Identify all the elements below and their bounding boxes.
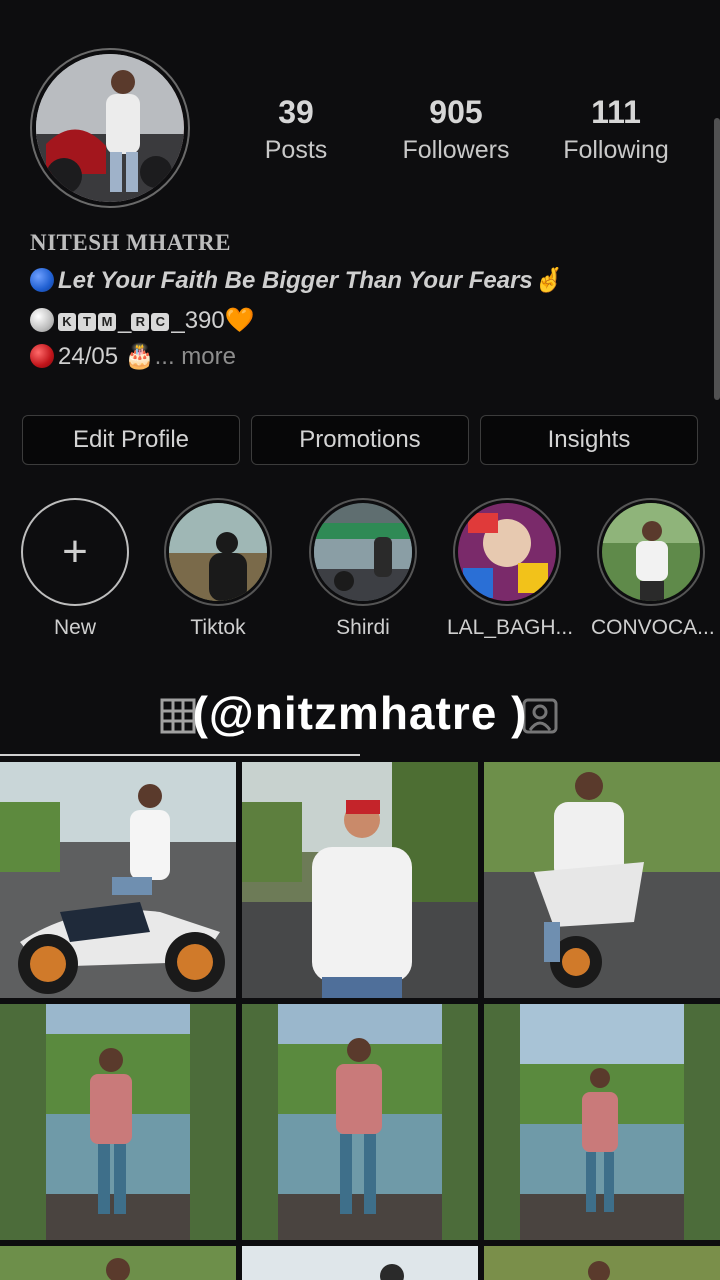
highlight-convocation[interactable]: CONVOCA... <box>591 498 715 640</box>
letter-box: T <box>78 313 96 331</box>
highlight-thumbnail <box>458 503 556 601</box>
grid-post[interactable] <box>484 762 720 998</box>
avatar-photo <box>36 54 184 202</box>
highlight-tiktok[interactable]: Tiktok <box>158 498 278 640</box>
highlight-ring <box>453 498 561 606</box>
promotions-button[interactable]: Promotions <box>251 415 469 465</box>
blue-circle-icon <box>30 268 54 292</box>
highlight-shirdi[interactable]: Shirdi <box>303 498 423 640</box>
following-label: Following <box>563 136 669 164</box>
red-circle-icon <box>30 344 54 368</box>
posts-stat[interactable]: 39 Posts <box>216 92 376 168</box>
highlight-ring <box>597 498 705 606</box>
highlight-ring <box>164 498 272 606</box>
profile-avatar[interactable] <box>30 48 190 208</box>
highlight-lal-bagh[interactable]: LAL_BAGH... <box>447 498 574 640</box>
letter-box: C <box>151 313 170 331</box>
grid-tab-indicator <box>0 754 360 756</box>
grid-post[interactable] <box>484 1004 720 1240</box>
white-circle-icon <box>30 308 54 332</box>
grid-post[interactable] <box>242 1004 478 1240</box>
bio-line-1-text: Let Your Faith Be Bigger Than Your Fears <box>58 267 533 294</box>
highlight-label: New <box>53 616 96 639</box>
highlight-thumbnail <box>169 503 267 601</box>
posts-count: 39 <box>278 94 314 130</box>
grid-post[interactable] <box>0 762 236 998</box>
bio-line-3-text: 24/05 <box>58 343 119 370</box>
posts-label: Posts <box>264 136 328 164</box>
highlight-label: Tiktok <box>190 616 246 639</box>
profile-name: NITESH MHATRE <box>30 230 231 255</box>
orange-heart-icon: 🧡 <box>224 307 255 334</box>
bio-line-3: 24/05 🎂... more <box>30 342 236 371</box>
more-link[interactable]: ... more <box>155 343 236 370</box>
insights-button[interactable]: Insights <box>480 415 698 465</box>
grid-post[interactable] <box>484 1246 720 1280</box>
birthday-cake-icon: 🎂 <box>124 343 155 370</box>
bio-line-2-text: _390 <box>171 307 225 334</box>
following-stat[interactable]: 111 Following <box>536 92 696 168</box>
bio-line-2-sep: _ <box>118 307 132 334</box>
username-overlay: (@nitzmhatre ) <box>192 687 528 739</box>
highlight-thumbnail <box>602 503 700 601</box>
edit-profile-button[interactable]: Edit Profile <box>22 415 240 465</box>
plus-icon: + <box>62 527 88 576</box>
letter-box: K <box>58 313 76 331</box>
highlight-new[interactable]: + New <box>15 498 135 640</box>
followers-label: Followers <box>402 136 510 164</box>
letter-box: R <box>131 313 150 331</box>
highlight-label: CONVOCA... <box>591 616 715 639</box>
bio-line-2: K T M _ R C _390🧡 <box>30 306 255 335</box>
following-count: 111 <box>591 94 641 130</box>
grid-post[interactable] <box>242 1246 478 1280</box>
highlight-thumbnail <box>314 503 412 601</box>
followers-count: 905 <box>429 94 483 130</box>
highlight-ring <box>309 498 417 606</box>
highlight-label: LAL_BAGH... <box>447 616 574 639</box>
letter-box: M <box>98 313 116 331</box>
crossed-fingers-icon: 🤞 <box>532 267 563 294</box>
highlight-ring: + <box>21 498 129 606</box>
scrollbar[interactable] <box>714 118 720 400</box>
grid-post[interactable] <box>0 1246 236 1280</box>
grid-post[interactable] <box>242 762 478 998</box>
grid-post[interactable] <box>0 1004 236 1240</box>
bio-line-1: Let Your Faith Be Bigger Than Your Fears… <box>30 266 563 295</box>
highlight-label: Shirdi <box>336 616 390 639</box>
followers-stat[interactable]: 905 Followers <box>376 92 536 168</box>
